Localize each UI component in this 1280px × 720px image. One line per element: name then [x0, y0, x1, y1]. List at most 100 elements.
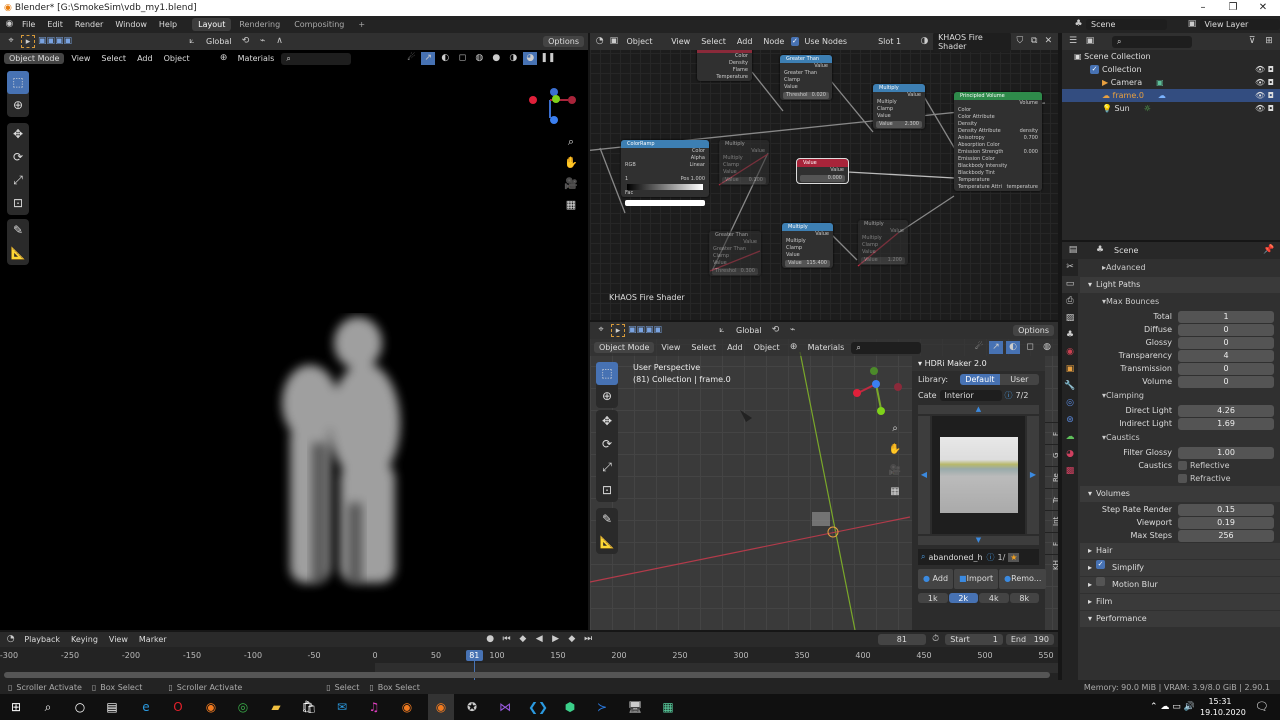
search-icon[interactable]: ⌕: [38, 698, 58, 716]
import-button[interactable]: ■Import: [954, 569, 999, 589]
menu-node[interactable]: Node: [759, 36, 788, 47]
menu-object[interactable]: Object: [160, 53, 194, 64]
navigation-gizmo[interactable]: [850, 367, 905, 417]
panel-header-volumes[interactable]: ▾ Volumes: [1080, 486, 1280, 502]
n-panel-tab[interactable]: Int: [1045, 510, 1058, 532]
editor-type-icon[interactable]: ⌖: [4, 35, 18, 48]
marker-menu[interactable]: Marker: [135, 634, 171, 645]
category-dropdown[interactable]: Interior: [939, 389, 1002, 401]
panel-header-motion-blur[interactable]: ▸ Motion Blur: [1080, 577, 1280, 593]
resolution-1k[interactable]: 1k: [918, 593, 948, 603]
store-icon[interactable]: 🛍: [299, 698, 319, 716]
cursor-tool-icon[interactable]: ⊕: [7, 94, 29, 117]
menu-file[interactable]: File: [17, 19, 40, 30]
overlay-icon[interactable]: ◐: [438, 52, 452, 65]
shader-node[interactable]: Color Density Flame Temperature: [697, 45, 752, 81]
shading-icon[interactable]: ◍: [1040, 341, 1054, 354]
menu-select[interactable]: Select: [97, 53, 130, 64]
slot-dropdown[interactable]: Slot 1: [874, 36, 916, 47]
tab-compositing[interactable]: Compositing: [288, 18, 350, 31]
select-box-tool-icon[interactable]: ⬚: [596, 362, 618, 385]
perspective-grid-icon[interactable]: ▦: [888, 481, 902, 502]
disclosure-triangle-icon[interactable]: ▸: [1088, 560, 1092, 576]
panel-header-caustics[interactable]: ▾Caustics: [1080, 430, 1280, 446]
edge-icon[interactable]: e: [136, 698, 156, 716]
close-button[interactable]: ✕: [1248, 0, 1278, 16]
materials-search-input[interactable]: ⌕: [281, 52, 352, 65]
color-ramp-gradient[interactable]: [627, 184, 703, 190]
node-value-field[interactable]: Value 2.300: [876, 121, 922, 128]
move-tool-icon[interactable]: ✥: [7, 123, 29, 146]
annotate-tool-icon[interactable]: ✎: [596, 508, 618, 531]
editor-type-icon[interactable]: ◔: [594, 35, 605, 48]
shader-node[interactable]: Multiply Value Multiply Clamp Value Value 1.20…: [858, 220, 908, 265]
blender-taskbar-icon[interactable]: ◉: [397, 698, 417, 716]
shader-node[interactable]: Value Value 0.000: [796, 158, 849, 184]
timeline-scrollbar[interactable]: [4, 672, 1050, 678]
menu-view[interactable]: View: [667, 36, 694, 47]
use-nodes-checkbox[interactable]: ✓: [791, 37, 799, 46]
scale-tool-icon[interactable]: ⤢: [596, 456, 618, 479]
menu-select[interactable]: Select: [687, 342, 720, 353]
menu-select[interactable]: Select: [697, 36, 730, 47]
resolution-8k[interactable]: 8k: [1009, 593, 1039, 603]
node-value-field[interactable]: Value 0.100: [722, 177, 766, 184]
gizmo-toggle-icon[interactable]: ↗: [421, 52, 436, 65]
keying-menu[interactable]: Keying: [67, 634, 102, 645]
gizmo-neg-y-axis[interactable]: [870, 367, 878, 375]
vscode-icon[interactable]: ❮❯: [528, 698, 548, 716]
node-header[interactable]: Greater Than: [780, 55, 832, 63]
transform-tool-icon[interactable]: ⊡: [7, 192, 29, 215]
panel-header-film[interactable]: ▸ Film: [1080, 594, 1280, 610]
disclosure-triangle-icon[interactable]: ▾: [1088, 486, 1092, 502]
menu-view[interactable]: View: [657, 342, 684, 353]
outliner-row-collection[interactable]: ✓ Collection 👁 ◘: [1062, 63, 1280, 76]
opera-icon[interactable]: O: [168, 698, 188, 716]
menu-object[interactable]: Object: [750, 342, 784, 353]
jump-start-icon[interactable]: ⏮: [500, 633, 513, 646]
visibility-icon[interactable]: ☄: [972, 341, 986, 354]
property-value-field[interactable]: 0: [1178, 375, 1274, 388]
gizmo-x-axis[interactable]: [568, 96, 576, 104]
new-collection-icon[interactable]: ⊞: [1262, 35, 1276, 48]
perspective-grid-icon[interactable]: ▦: [563, 194, 579, 215]
select-tool-icon[interactable]: ▸: [611, 324, 625, 337]
scene-selector[interactable]: Scene: [1086, 19, 1167, 30]
gizmo-x-axis[interactable]: [853, 389, 861, 397]
panel-header-simplify[interactable]: ▸ ✓ Simplify: [1080, 560, 1280, 576]
tab-layout[interactable]: Layout: [192, 18, 232, 31]
current-frame-field[interactable]: 81: [877, 634, 926, 645]
task-view-icon[interactable]: ▤: [102, 698, 122, 716]
favorite-star-icon[interactable]: ★: [1008, 552, 1020, 562]
shading-wireframe-icon[interactable]: ◍: [472, 52, 486, 65]
menu-window[interactable]: Window: [110, 19, 152, 30]
n-panel-tab[interactable]: KH: [1045, 554, 1058, 576]
jump-end-icon[interactable]: ⏭: [582, 633, 595, 646]
gizmo-z-axis[interactable]: [872, 380, 880, 388]
material-browse-icon[interactable]: ◑: [919, 35, 930, 48]
transform-orientation-dropdown[interactable]: Global: [202, 36, 236, 47]
itunes-icon[interactable]: ♫: [364, 698, 384, 716]
add-button[interactable]: ● Add: [918, 569, 954, 589]
property-value-field[interactable]: 256: [1178, 529, 1274, 542]
view-layer-tab-icon[interactable]: ▨: [1062, 310, 1078, 327]
property-value-field[interactable]: 0.19: [1178, 516, 1274, 529]
shader-node[interactable]: Greater Than Value Greater Than Clamp Value T…: [780, 55, 832, 100]
visibility-eye-icon[interactable]: 👁 ◘: [1255, 102, 1274, 115]
select-mode-icons[interactable]: ▣▣▣▣: [38, 35, 72, 48]
pan-hand-icon[interactable]: ✋: [888, 439, 902, 460]
rotate-tool-icon[interactable]: ⟳: [7, 146, 29, 169]
info-icon[interactable]: ⓘ: [986, 552, 994, 563]
node-value-field[interactable]: Threshol 0.300: [712, 268, 758, 275]
panel-header-hair[interactable]: ▸ Hair: [1080, 543, 1280, 559]
render-tab-icon[interactable]: ▭: [1062, 276, 1078, 293]
collection-checkbox[interactable]: ✓: [1090, 65, 1099, 74]
end-frame-field[interactable]: End 190: [1005, 634, 1054, 645]
navigation-gizmo[interactable]: [525, 88, 585, 133]
firefox-icon[interactable]: ◉: [201, 698, 221, 716]
property-value-field[interactable]: 4: [1178, 349, 1274, 362]
editor-type-icon[interactable]: ⌖: [594, 324, 608, 337]
property-value-field[interactable]: 1.00: [1178, 446, 1274, 459]
outliner-row-camera[interactable]: ▶ Camera ▣ 👁 ◘: [1062, 76, 1280, 89]
tab-rendering[interactable]: Rendering: [233, 18, 286, 31]
